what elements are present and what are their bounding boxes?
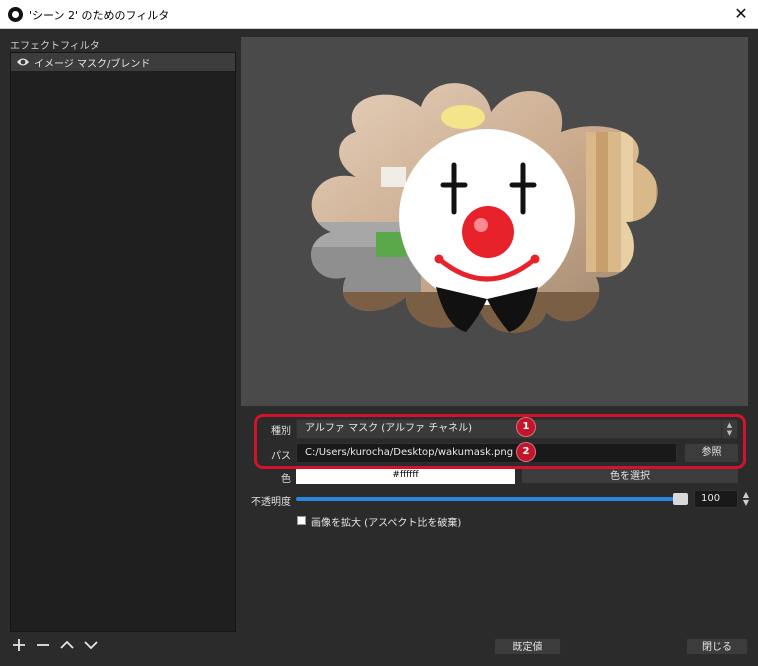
remove-icon[interactable] — [34, 636, 52, 654]
add-icon[interactable] — [10, 636, 28, 654]
title-bar: 'シーン 2' のためのフィルタ ✕ — [0, 0, 758, 29]
opacity-label: 不透明度 — [251, 497, 291, 508]
filter-item-label: イメージ マスク/ブレンド — [34, 58, 151, 70]
select-color-button[interactable]: 色を選択 — [521, 467, 739, 484]
color-swatch[interactable]: #ffffff — [296, 467, 515, 484]
move-down-icon[interactable] — [82, 636, 100, 654]
opacity-slider-handle[interactable] — [673, 493, 688, 505]
window-title: 'シーン 2' のためのフィルタ — [29, 9, 170, 22]
filter-list[interactable]: イメージ マスク/ブレンド — [10, 52, 236, 632]
close-button[interactable]: 閉じる — [686, 638, 748, 655]
preview-area — [241, 37, 748, 406]
defaults-button[interactable]: 既定値 — [494, 638, 561, 655]
stepper-arrows-icon[interactable]: ▲ ▼ — [740, 491, 752, 509]
effect-filters-label: エフェクトフィルタ — [10, 41, 100, 52]
annotation-badge-1: 1 — [516, 417, 536, 437]
close-window-button[interactable]: ✕ — [724, 0, 758, 28]
annotation-badge-2: 2 — [516, 442, 536, 462]
filter-item-image-mask[interactable]: イメージ マスク/ブレンド — [11, 53, 235, 71]
opacity-slider[interactable] — [296, 497, 688, 501]
preview-image — [311, 83, 658, 333]
opacity-value: 100 — [701, 493, 721, 504]
color-label: 色 — [281, 474, 291, 485]
stretch-image-checkbox[interactable] — [297, 516, 306, 525]
eye-icon[interactable] — [16, 56, 30, 68]
move-up-icon[interactable] — [58, 636, 76, 654]
opacity-stepper[interactable]: 100 ▲ ▼ — [694, 490, 749, 508]
stretch-image-label: 画像を拡大 (アスペクト比を破棄) — [311, 518, 462, 529]
filter-list-buttons — [10, 636, 100, 654]
annotation-highlight-box — [254, 414, 746, 469]
obs-logo-icon — [8, 7, 23, 22]
